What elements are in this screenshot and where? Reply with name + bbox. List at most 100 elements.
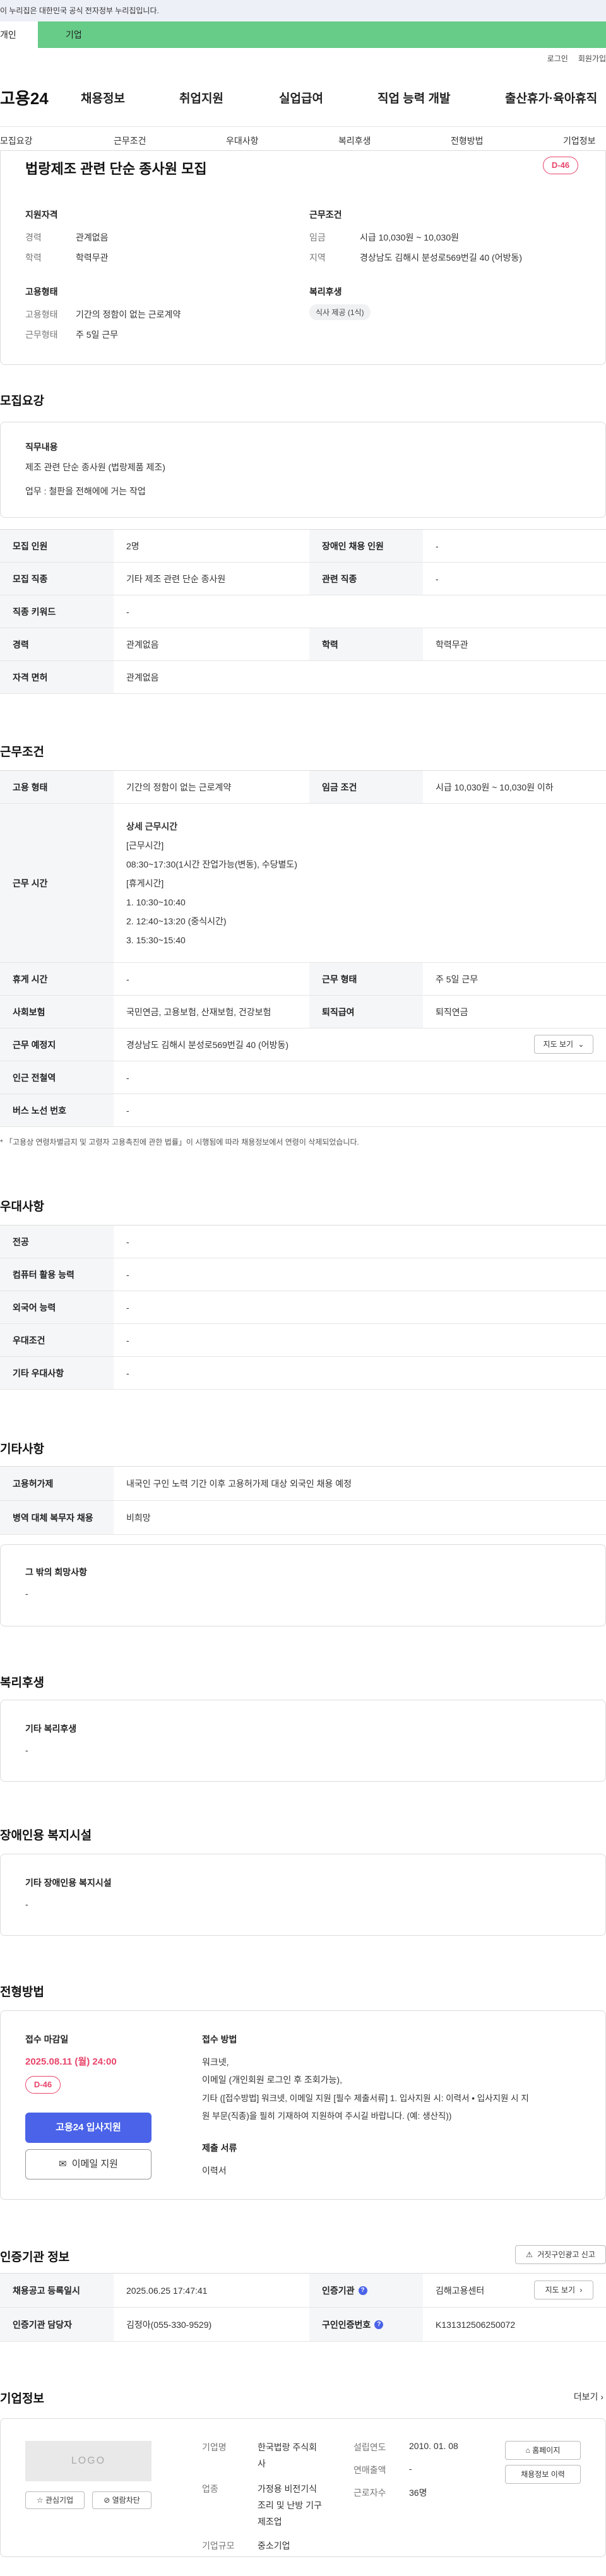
gnb-item-skills[interactable]: 직업 능력 개발 bbox=[377, 89, 450, 106]
company-name-value-1: 한국법랑 주식회 bbox=[258, 2442, 318, 2452]
gov-banner: 이 누리집은 대한민국 공식 전자정부 누리집입니다. bbox=[0, 0, 606, 21]
disabled-box bbox=[0, 1854, 606, 1936]
tab-process[interactable]: 전형방법 bbox=[451, 134, 484, 147]
table-header: 병역 대체 복무자 채용 bbox=[0, 1501, 114, 1534]
login-link[interactable]: 로그인 bbox=[547, 53, 568, 64]
table-header: 모집 직종 bbox=[0, 563, 114, 595]
job-history-button[interactable]: 채용정보 이력 bbox=[505, 2465, 581, 2484]
table-header: 모집 인원 bbox=[0, 530, 114, 562]
table-cell: - bbox=[126, 1105, 129, 1116]
table-header: 채용공고 등록일시 bbox=[0, 2274, 114, 2307]
table-row: 고용 형태 기간의 정함이 없는 근로계약 임금 조건 시급 10,030원 ~… bbox=[0, 771, 606, 804]
process-title: 전형방법 bbox=[0, 1986, 44, 1999]
table-header: 근무 형태 bbox=[309, 963, 423, 995]
table-row: 우대조건 - bbox=[0, 1324, 606, 1357]
auth-map-button[interactable]: 지도 보기 › bbox=[534, 2281, 593, 2299]
report-fake-ad-button[interactable]: ⚠ 거짓구인광고 신고 bbox=[515, 2245, 606, 2264]
table-cell: - bbox=[126, 1072, 129, 1083]
table-row: 채용공고 등록일시 2025.06.25 17:47:41 인증기관 ? 김해고… bbox=[0, 2274, 606, 2308]
edu-label: 학력 bbox=[25, 253, 42, 263]
area-value: 경상남도 김해시 분성로569번길 40 (어방동) bbox=[360, 253, 523, 263]
etc-table: 고용허가제 내국인 구인 노력 기간 이후 고용허가제 대상 외국인 채용 예정… bbox=[0, 1466, 606, 1535]
tab-company[interactable]: 기업정보 bbox=[563, 134, 596, 147]
table-header: 임금 조건 bbox=[309, 771, 423, 803]
company-size-label: 기업규모 bbox=[202, 2541, 235, 2551]
auth-table: 채용공고 등록일시 2025.06.25 17:47:41 인증기관 ? 김해고… bbox=[0, 2273, 606, 2342]
table-row: 병역 대체 복무자 채용 비희망 bbox=[0, 1501, 606, 1535]
gnb-item-jobs[interactable]: 채용정보 bbox=[81, 89, 125, 106]
site-logo[interactable]: 고용24 bbox=[0, 86, 69, 109]
table-row: 근무 시간 상세 근무시간 [근무시간] 08:30~17:30(1시간 잔업가… bbox=[0, 804, 606, 963]
method-heading: 접수 방법 bbox=[202, 2034, 237, 2044]
process-dday-badge: D-46 bbox=[25, 2076, 61, 2094]
favorite-company-button[interactable]: ☆ 관심기업 bbox=[25, 2491, 85, 2509]
table-cell: 2명 bbox=[126, 540, 140, 551]
table-header: 인증기관 담당자 bbox=[0, 2308, 114, 2341]
table-cell: - bbox=[436, 540, 439, 551]
apply-button[interactable]: 고용24 입사지원 bbox=[25, 2113, 152, 2143]
work-time-line: 1. 10:30~10:40 bbox=[126, 897, 186, 907]
tab-preferences[interactable]: 우대사항 bbox=[226, 134, 259, 147]
email-apply-button[interactable]: ✉ 이메일 지원 bbox=[25, 2149, 152, 2179]
table-cell: 학력무관 bbox=[436, 639, 468, 650]
table-row: 직종 키워드 - bbox=[0, 595, 606, 628]
table-header: 구인인증번호 ? bbox=[309, 2308, 423, 2341]
info-icon[interactable]: ? bbox=[358, 2286, 367, 2295]
worktype-label: 근무형태 bbox=[25, 330, 58, 340]
tab-personal[interactable]: 개인 bbox=[0, 21, 38, 48]
company-est-label: 설립연도 bbox=[354, 2442, 386, 2452]
tab-work-conditions[interactable]: 근무조건 bbox=[114, 134, 146, 147]
method-line: 원 부문(직종)을 필히 기재하여 지원하여 주시길 바랍니다. (예: 생산직… bbox=[202, 2111, 452, 2121]
table-header: 사회보험 bbox=[0, 996, 114, 1028]
table-header: 자격 면허 bbox=[0, 661, 114, 693]
etc-hope-text: - bbox=[25, 1589, 28, 1599]
block-view-button[interactable]: ⊘ 열람차단 bbox=[92, 2491, 152, 2509]
table-header: 기타 우대사항 bbox=[0, 1357, 114, 1389]
table-row: 버스 노선 번호 - bbox=[0, 1094, 606, 1127]
career-label: 경력 bbox=[25, 232, 42, 242]
pref-table: 전공 - 컴퓨터 활용 능력 - 외국어 능력 - 우대조건 - 기타 우대사항… bbox=[0, 1225, 606, 1390]
wage-label: 임금 bbox=[309, 232, 326, 242]
emp-heading: 고용형태 bbox=[25, 287, 58, 297]
company-more-link[interactable]: 더보기 › bbox=[574, 2390, 603, 2403]
tab-welfare[interactable]: 복리후생 bbox=[338, 134, 371, 147]
table-row: 근무 예정지 경상남도 김해시 분성로569번길 40 (어방동) bbox=[0, 1029, 606, 1061]
auth-org-label: 인증기관 bbox=[322, 2285, 355, 2296]
join-link[interactable]: 회원가입 bbox=[578, 53, 606, 64]
block-icon: ⊘ bbox=[104, 2496, 110, 2505]
tab-corporate[interactable]: 기업 bbox=[38, 21, 606, 48]
table-header: 전공 bbox=[0, 1225, 114, 1258]
mail-icon: ✉ bbox=[59, 2159, 67, 2169]
table-row: 자격 면허 관계없음 bbox=[0, 661, 606, 694]
docs-heading: 제출 서류 bbox=[202, 2143, 237, 2153]
table-cell: - bbox=[126, 1236, 129, 1247]
welfare-chip: 식사 제공 (1식) bbox=[309, 304, 371, 320]
gnb-item-unemployment-benefit[interactable]: 실업급여 bbox=[279, 89, 323, 106]
welfare-box-heading: 기타 복리후생 bbox=[25, 1724, 77, 1734]
tab-recruit[interactable]: 모집요강 bbox=[0, 134, 33, 147]
table-cell: - bbox=[126, 1368, 129, 1378]
auth-map-label: 지도 보기 bbox=[545, 2286, 576, 2294]
work-time-cell: 상세 근무시간 [근무시간] 08:30~17:30(1시간 잔업가능(변동),… bbox=[114, 804, 606, 962]
table-row: 휴게 시간 - 근무 형태 주 5일 근무 bbox=[0, 963, 606, 996]
table-cell: - bbox=[126, 1302, 129, 1313]
table-row: 외국어 능력 - bbox=[0, 1291, 606, 1324]
company-emp-label: 근로자수 bbox=[354, 2488, 386, 2498]
pref-title: 우대사항 bbox=[0, 1200, 44, 1213]
table-cell: 기간의 정함이 없는 근로계약 bbox=[126, 782, 232, 792]
block-view-label: 열람차단 bbox=[112, 2496, 140, 2505]
table-cell: 퇴직연금 bbox=[436, 1006, 468, 1017]
emptype-value: 기간의 정함이 없는 근로계약 bbox=[76, 309, 181, 319]
welfare-box bbox=[0, 1700, 606, 1782]
table-cell: - bbox=[126, 974, 129, 984]
gnb-item-parental-leave[interactable]: 출산휴가·육아휴직 bbox=[505, 89, 597, 106]
homepage-button[interactable]: ⌂ 홈페이지 bbox=[505, 2441, 581, 2460]
gnb-item-employment-support[interactable]: 취업지원 bbox=[179, 89, 223, 106]
map-view-button[interactable]: 지도 보기 ⌄ bbox=[534, 1035, 593, 1054]
welfare-box-text: - bbox=[25, 1745, 28, 1755]
info-icon[interactable]: ? bbox=[374, 2320, 384, 2329]
table-header: 근무 시간 bbox=[0, 804, 114, 962]
table-row: 모집 인원 2명 장애인 채용 인원 - bbox=[0, 530, 606, 563]
cond-heading: 근무조건 bbox=[309, 210, 342, 220]
table-cell: - bbox=[126, 1335, 129, 1345]
